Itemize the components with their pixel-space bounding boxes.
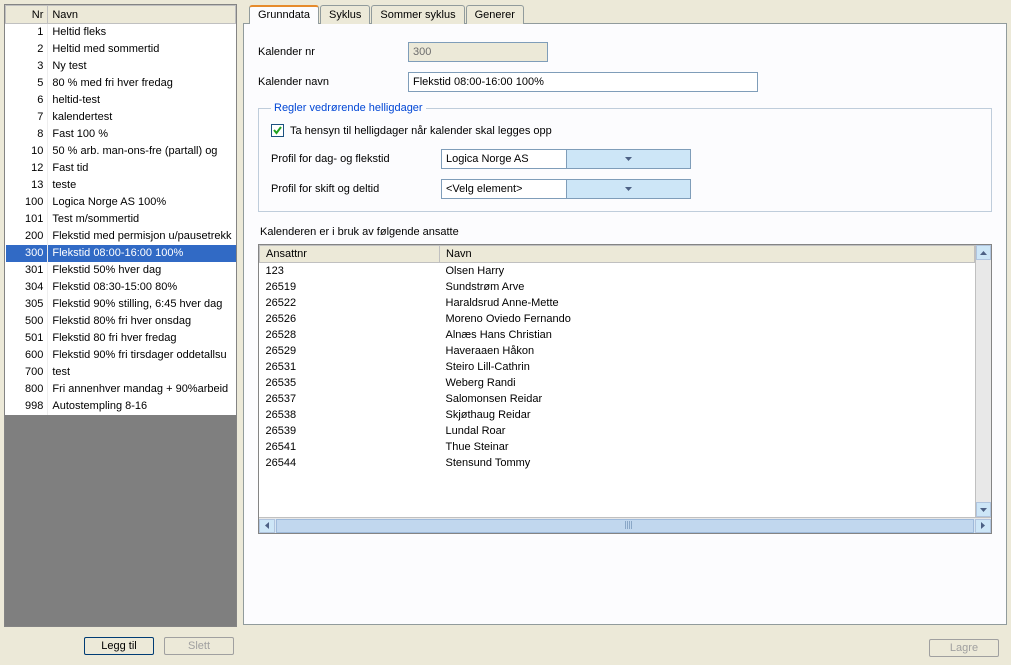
- calendar-row[interactable]: 8Fast 100 %: [6, 126, 236, 143]
- horizontal-scrollbar[interactable]: [259, 517, 991, 533]
- calendar-row[interactable]: 300Flekstid 08:00-16:00 100%: [6, 245, 236, 262]
- col-ansattnr[interactable]: Ansattnr: [260, 246, 440, 263]
- calendar-row[interactable]: 100Logica Norge AS 100%: [6, 194, 236, 211]
- calendar-row[interactable]: 3Ny test: [6, 58, 236, 75]
- holiday-checkbox-label: Ta hensyn til helligdager når kalender s…: [290, 125, 552, 137]
- calendar-row[interactable]: 2Heltid med sommertid: [6, 41, 236, 58]
- profil-dag-combo[interactable]: Logica Norge AS: [441, 149, 691, 169]
- calendar-row[interactable]: 700test: [6, 364, 236, 381]
- holiday-rules-legend: Regler vedrørende helligdager: [271, 102, 426, 114]
- calendar-row[interactable]: 6heltid-test: [6, 92, 236, 109]
- employee-row[interactable]: 26528Alnæs Hans Christian: [260, 327, 975, 343]
- kalender-nr-label: Kalender nr: [258, 46, 408, 58]
- calendar-row[interactable]: 501Flekstid 80 fri hver fredag: [6, 330, 236, 347]
- tab-generer[interactable]: Generer: [466, 5, 524, 24]
- add-button[interactable]: Legg til: [84, 637, 154, 655]
- calendar-row[interactable]: 500Flekstid 80% fri hver onsdag: [6, 313, 236, 330]
- employee-row[interactable]: 26519Sundstrøm Arve: [260, 279, 975, 295]
- col-nr[interactable]: Nr: [6, 6, 48, 24]
- employee-row[interactable]: 26526Moreno Oviedo Fernando: [260, 311, 975, 327]
- employees-table[interactable]: Ansattnr Navn 123Olsen Harry26519Sundstr…: [258, 244, 992, 534]
- profil-skift-combo[interactable]: <Velg element>: [441, 179, 691, 199]
- calendar-row[interactable]: 301Flekstid 50% hver dag: [6, 262, 236, 279]
- employee-row[interactable]: 26538Skjøthaug Reidar: [260, 407, 975, 423]
- calendar-row[interactable]: 7kalendertest: [6, 109, 236, 126]
- employee-row[interactable]: 26537Salomonsen Reidar: [260, 391, 975, 407]
- employee-row[interactable]: 26529Haveraaen Håkon: [260, 343, 975, 359]
- employee-row[interactable]: 26539Lundal Roar: [260, 423, 975, 439]
- calendar-row[interactable]: 200Flekstid med permisjon u/pausetrekk: [6, 228, 236, 245]
- calendar-list[interactable]: Nr Navn 1Heltid fleks2Heltid med sommert…: [4, 4, 237, 627]
- calendar-row[interactable]: 580 % med fri hver fredag: [6, 75, 236, 92]
- employee-row[interactable]: 26535Weberg Randi: [260, 375, 975, 391]
- calendar-row[interactable]: 800Fri annenhver mandag + 90%arbeid: [6, 381, 236, 398]
- col-emp-navn[interactable]: Navn: [440, 246, 975, 263]
- kalender-navn-label: Kalender navn: [258, 76, 408, 88]
- tab-sommer-syklus[interactable]: Sommer syklus: [371, 5, 464, 24]
- calendar-row[interactable]: 304Flekstid 08:30-15:00 80%: [6, 279, 236, 296]
- employee-row[interactable]: 26541Thue Steinar: [260, 439, 975, 455]
- tab-grunndata[interactable]: Grunndata: [249, 5, 319, 24]
- tab-syklus[interactable]: Syklus: [320, 5, 370, 24]
- profil-skift-label: Profil for skift og deltid: [271, 183, 441, 195]
- calendar-row[interactable]: 998Autostempling 8-16: [6, 398, 236, 415]
- calendar-row[interactable]: 101Test m/sommertid: [6, 211, 236, 228]
- chevron-down-icon[interactable]: [566, 150, 691, 168]
- employee-row[interactable]: 26531Steiro Lill-Cathrin: [260, 359, 975, 375]
- calendar-row[interactable]: 305Flekstid 90% stilling, 6:45 hver dag: [6, 296, 236, 313]
- save-button[interactable]: Lagre: [929, 639, 999, 657]
- employees-title: Kalenderen er i bruk av følgende ansatte: [260, 226, 992, 238]
- col-navn[interactable]: Navn: [48, 6, 236, 24]
- calendar-row[interactable]: 1050 % arb. man-ons-fre (partall) og: [6, 143, 236, 160]
- employee-row[interactable]: 26544Stensund Tommy: [260, 455, 975, 471]
- employee-row[interactable]: 123Olsen Harry: [260, 263, 975, 280]
- calendar-row[interactable]: 13teste: [6, 177, 236, 194]
- chevron-down-icon[interactable]: [566, 180, 691, 198]
- calendar-row[interactable]: 12Fast tid: [6, 160, 236, 177]
- profil-dag-label: Profil for dag- og flekstid: [271, 153, 441, 165]
- tab-content: Kalender nr Kalender navn Regler vedrøre…: [243, 23, 1007, 625]
- holiday-checkbox[interactable]: [271, 124, 284, 137]
- calendar-row[interactable]: 1Heltid fleks: [6, 24, 236, 41]
- calendar-row[interactable]: 600Flekstid 90% fri tirsdager oddetallsu: [6, 347, 236, 364]
- holiday-rules-group: Regler vedrørende helligdager Ta hensyn …: [258, 102, 992, 212]
- kalender-nr-input: [408, 42, 548, 62]
- delete-button[interactable]: Slett: [164, 637, 234, 655]
- vertical-scrollbar[interactable]: [975, 245, 991, 517]
- kalender-navn-input[interactable]: [408, 72, 758, 92]
- employee-row[interactable]: 26522Haraldsrud Anne-Mette: [260, 295, 975, 311]
